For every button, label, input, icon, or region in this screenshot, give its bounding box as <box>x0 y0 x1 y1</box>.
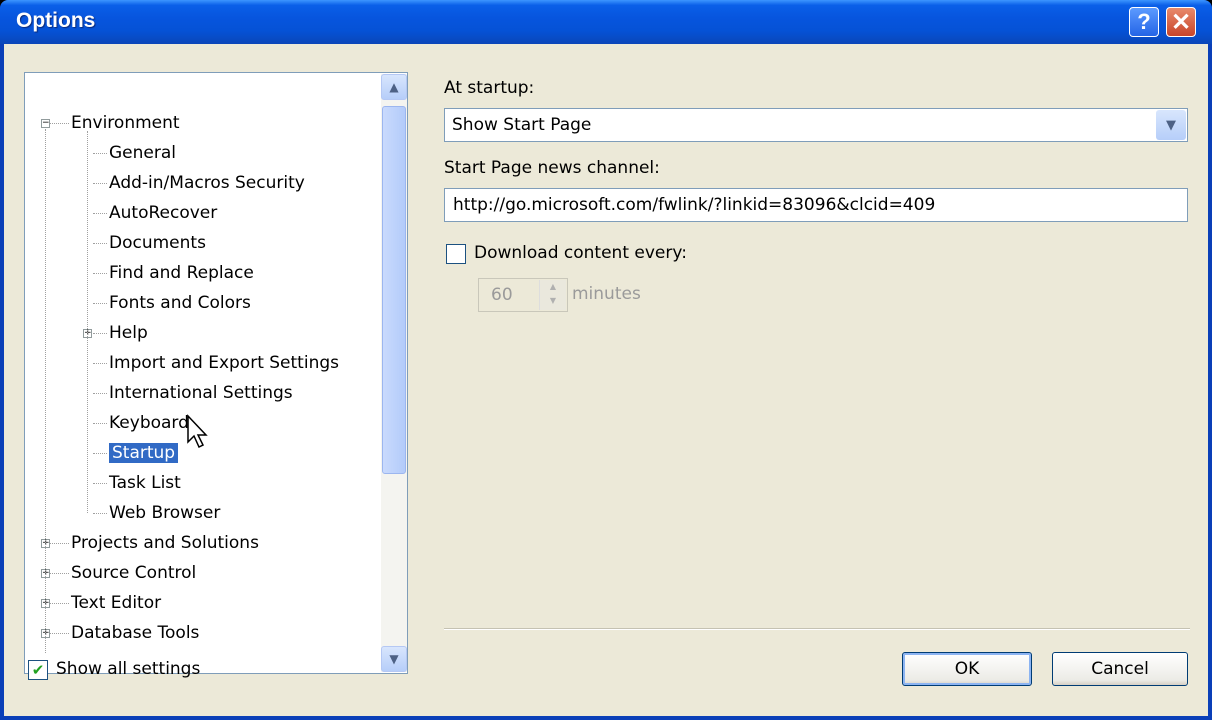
tree-item-label: Fonts and Colors <box>109 293 251 313</box>
news-channel-input[interactable] <box>451 194 1175 216</box>
tree-item-label: Documents <box>109 233 206 253</box>
tree-item-label: Web Browser <box>109 503 221 523</box>
tree-connector <box>93 423 107 424</box>
tree-item[interactable]: Import and Export Settings <box>109 349 339 377</box>
tree-item-label: Text Editor <box>71 593 162 613</box>
options-dialog: Options ? ✕ − + + + + + Environment General Add… <box>0 0 1212 720</box>
tree-item[interactable]: Environment <box>71 109 180 137</box>
mouse-cursor-icon <box>187 414 208 449</box>
tree-item-label: Find and Replace <box>109 263 254 283</box>
at-startup-select[interactable]: Show Start Page ▼ <box>444 108 1188 142</box>
tree-connector <box>93 273 107 274</box>
title-bar[interactable]: Options ? ✕ <box>0 0 1212 44</box>
options-tree[interactable]: − + + + + + Environment General Add-in/Macros S… <box>24 72 408 674</box>
tree-item[interactable]: Fonts and Colors <box>109 289 251 317</box>
news-channel-field[interactable] <box>444 188 1188 222</box>
tree-item-label: Projects and Solutions <box>71 533 259 553</box>
tree-item-label: General <box>109 143 176 163</box>
tree-connector <box>93 153 107 154</box>
tree-item[interactable]: Help <box>109 319 148 347</box>
tree-item-label: International Settings <box>109 383 293 403</box>
tree-connector <box>93 243 107 244</box>
tree-connector <box>93 183 107 184</box>
tree-connector <box>93 393 107 394</box>
download-interval-value: 60 <box>491 285 513 305</box>
tree-item-label: Keyboard <box>109 413 189 433</box>
cancel-button[interactable]: Cancel <box>1052 652 1188 686</box>
scroll-up-icon[interactable]: ▲ <box>381 74 407 100</box>
tree-item[interactable]: Find and Replace <box>109 259 254 287</box>
window-title: Options <box>16 9 96 32</box>
tree-item[interactable]: International Settings <box>109 379 293 407</box>
tree-connector <box>45 129 46 653</box>
minutes-label: minutes <box>572 284 641 304</box>
at-startup-label: At startup: <box>444 78 535 98</box>
tree-item-label: Task List <box>109 473 181 493</box>
tree-connector <box>93 363 107 364</box>
tree-item-label: Import and Export Settings <box>109 353 339 373</box>
tree-item[interactable]: Web Browser <box>109 499 220 527</box>
tree-item-label: Source Control <box>71 563 197 583</box>
news-channel-label: Start Page news channel: <box>444 158 660 178</box>
tree-item-label: Database Tools <box>71 623 200 643</box>
tree-item[interactable]: AutoRecover <box>109 199 217 227</box>
tree-connector <box>93 333 107 334</box>
tree-connector <box>93 303 107 304</box>
tree-connector <box>93 213 107 214</box>
help-button[interactable]: ? <box>1129 7 1159 37</box>
tree-item[interactable]: Source Control <box>71 559 196 587</box>
tree-item-label: Startup <box>109 443 179 463</box>
show-all-settings-checkbox[interactable]: ✔ <box>28 660 48 680</box>
scroll-down-icon[interactable]: ▼ <box>381 646 407 672</box>
tree-scrollbar[interactable]: ▲ ▼ <box>381 74 407 672</box>
scroll-thumb[interactable] <box>382 106 406 474</box>
dialog-client-area: − + + + + + Environment General Add-in/Macros S… <box>4 44 1208 716</box>
tree-item[interactable]: Documents <box>109 229 206 257</box>
stepper-arrows-icon[interactable]: ▲ ▼ <box>539 280 566 310</box>
tree-item[interactable]: Database Tools <box>71 619 199 647</box>
tree-connector <box>87 131 88 513</box>
tree-item[interactable]: General <box>109 139 176 167</box>
tree-item[interactable]: Task List <box>109 469 181 497</box>
tree-item[interactable]: Projects and Solutions <box>71 529 259 557</box>
close-button[interactable]: ✕ <box>1166 7 1196 37</box>
download-content-checkbox[interactable] <box>446 244 466 264</box>
download-content-label: Download content every: <box>474 243 687 263</box>
tree-item-label: Environment <box>71 113 180 133</box>
tree-item-label: AutoRecover <box>109 203 218 223</box>
separator <box>444 628 1190 630</box>
at-startup-value: Show Start Page <box>452 115 592 135</box>
tree-connector <box>93 483 107 484</box>
tree-item[interactable]: Text Editor <box>71 589 161 617</box>
tree-item-label: Add-in/Macros Security <box>109 173 305 193</box>
tree-item-label: Help <box>109 323 148 343</box>
tree-connector <box>93 453 107 454</box>
tree-item[interactable]: Startup <box>109 439 179 467</box>
collapse-icon[interactable]: − <box>41 119 50 128</box>
download-interval-stepper[interactable]: 60 ▲ ▼ <box>478 278 568 312</box>
tree-item[interactable]: Keyboard <box>109 409 189 437</box>
show-all-settings-label: Show all settings <box>56 659 201 679</box>
tree-item[interactable]: Add-in/Macros Security <box>109 169 305 197</box>
chevron-down-icon[interactable]: ▼ <box>1156 110 1186 140</box>
ok-button[interactable]: OK <box>902 652 1032 686</box>
tree-connector <box>93 513 107 514</box>
